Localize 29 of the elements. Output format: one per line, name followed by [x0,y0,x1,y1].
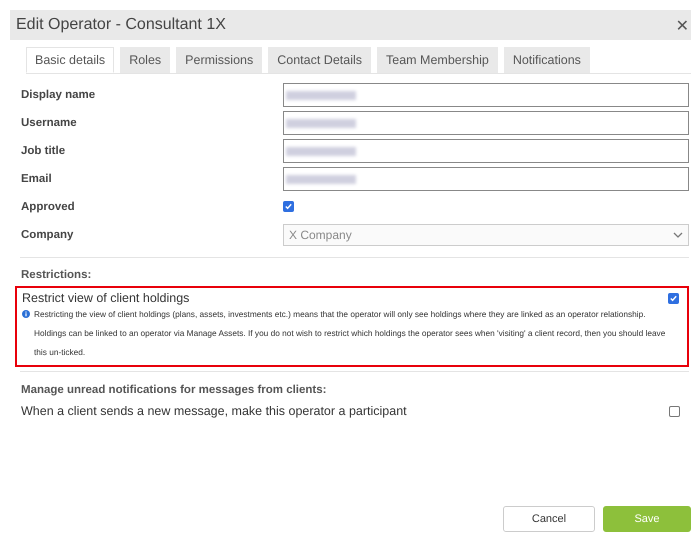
field-label: Username [21,117,78,129]
input-field[interactable] [283,167,689,191]
field-label: Display name [21,89,96,101]
option-label: Restrict view of client holdings [22,291,190,305]
tab[interactable]: Contact Details [268,47,371,73]
field-label: Company [21,229,74,241]
tab[interactable]: Team Membership [377,47,498,73]
tab[interactable]: Basic details [26,47,114,73]
window-title: Edit Operator - Consultant 1X [16,16,226,34]
checkbox[interactable] [283,201,294,212]
field-label: Approved [21,201,76,213]
field-label: Email [21,173,53,185]
input-field[interactable] [283,139,689,163]
field-label: Job title [21,145,66,157]
tab[interactable]: Roles [120,47,170,73]
input-field[interactable] [283,111,689,135]
checkbox[interactable] [669,406,680,416]
tab[interactable]: Notifications [504,47,590,73]
cancel-button[interactable]: Cancel [503,506,595,532]
section-heading: Manage unread notifications for messages from clients: [21,384,328,396]
close-button[interactable]: ✕ [674,16,691,34]
info-icon [22,310,30,318]
info-text: Restricting the view of client holdings (plans, assets, investments etc.) means that the operator will only see holdings where they are linked as an operator relationship. Holdings can be linked to an operator via Manage Assets. If you do not wish to restrict which holdings the operator sees when 'visiting' a client record, then you should leave this un-ticked. [34,308,666,359]
checkbox[interactable] [668,292,679,304]
tab[interactable]: Permissions [176,47,262,73]
chevron-down-icon [673,232,683,238]
option-label: When a client sends a new message, make this operator a participant [21,404,407,418]
section-heading: Restrictions: [21,269,92,281]
input-field[interactable] [283,83,689,107]
